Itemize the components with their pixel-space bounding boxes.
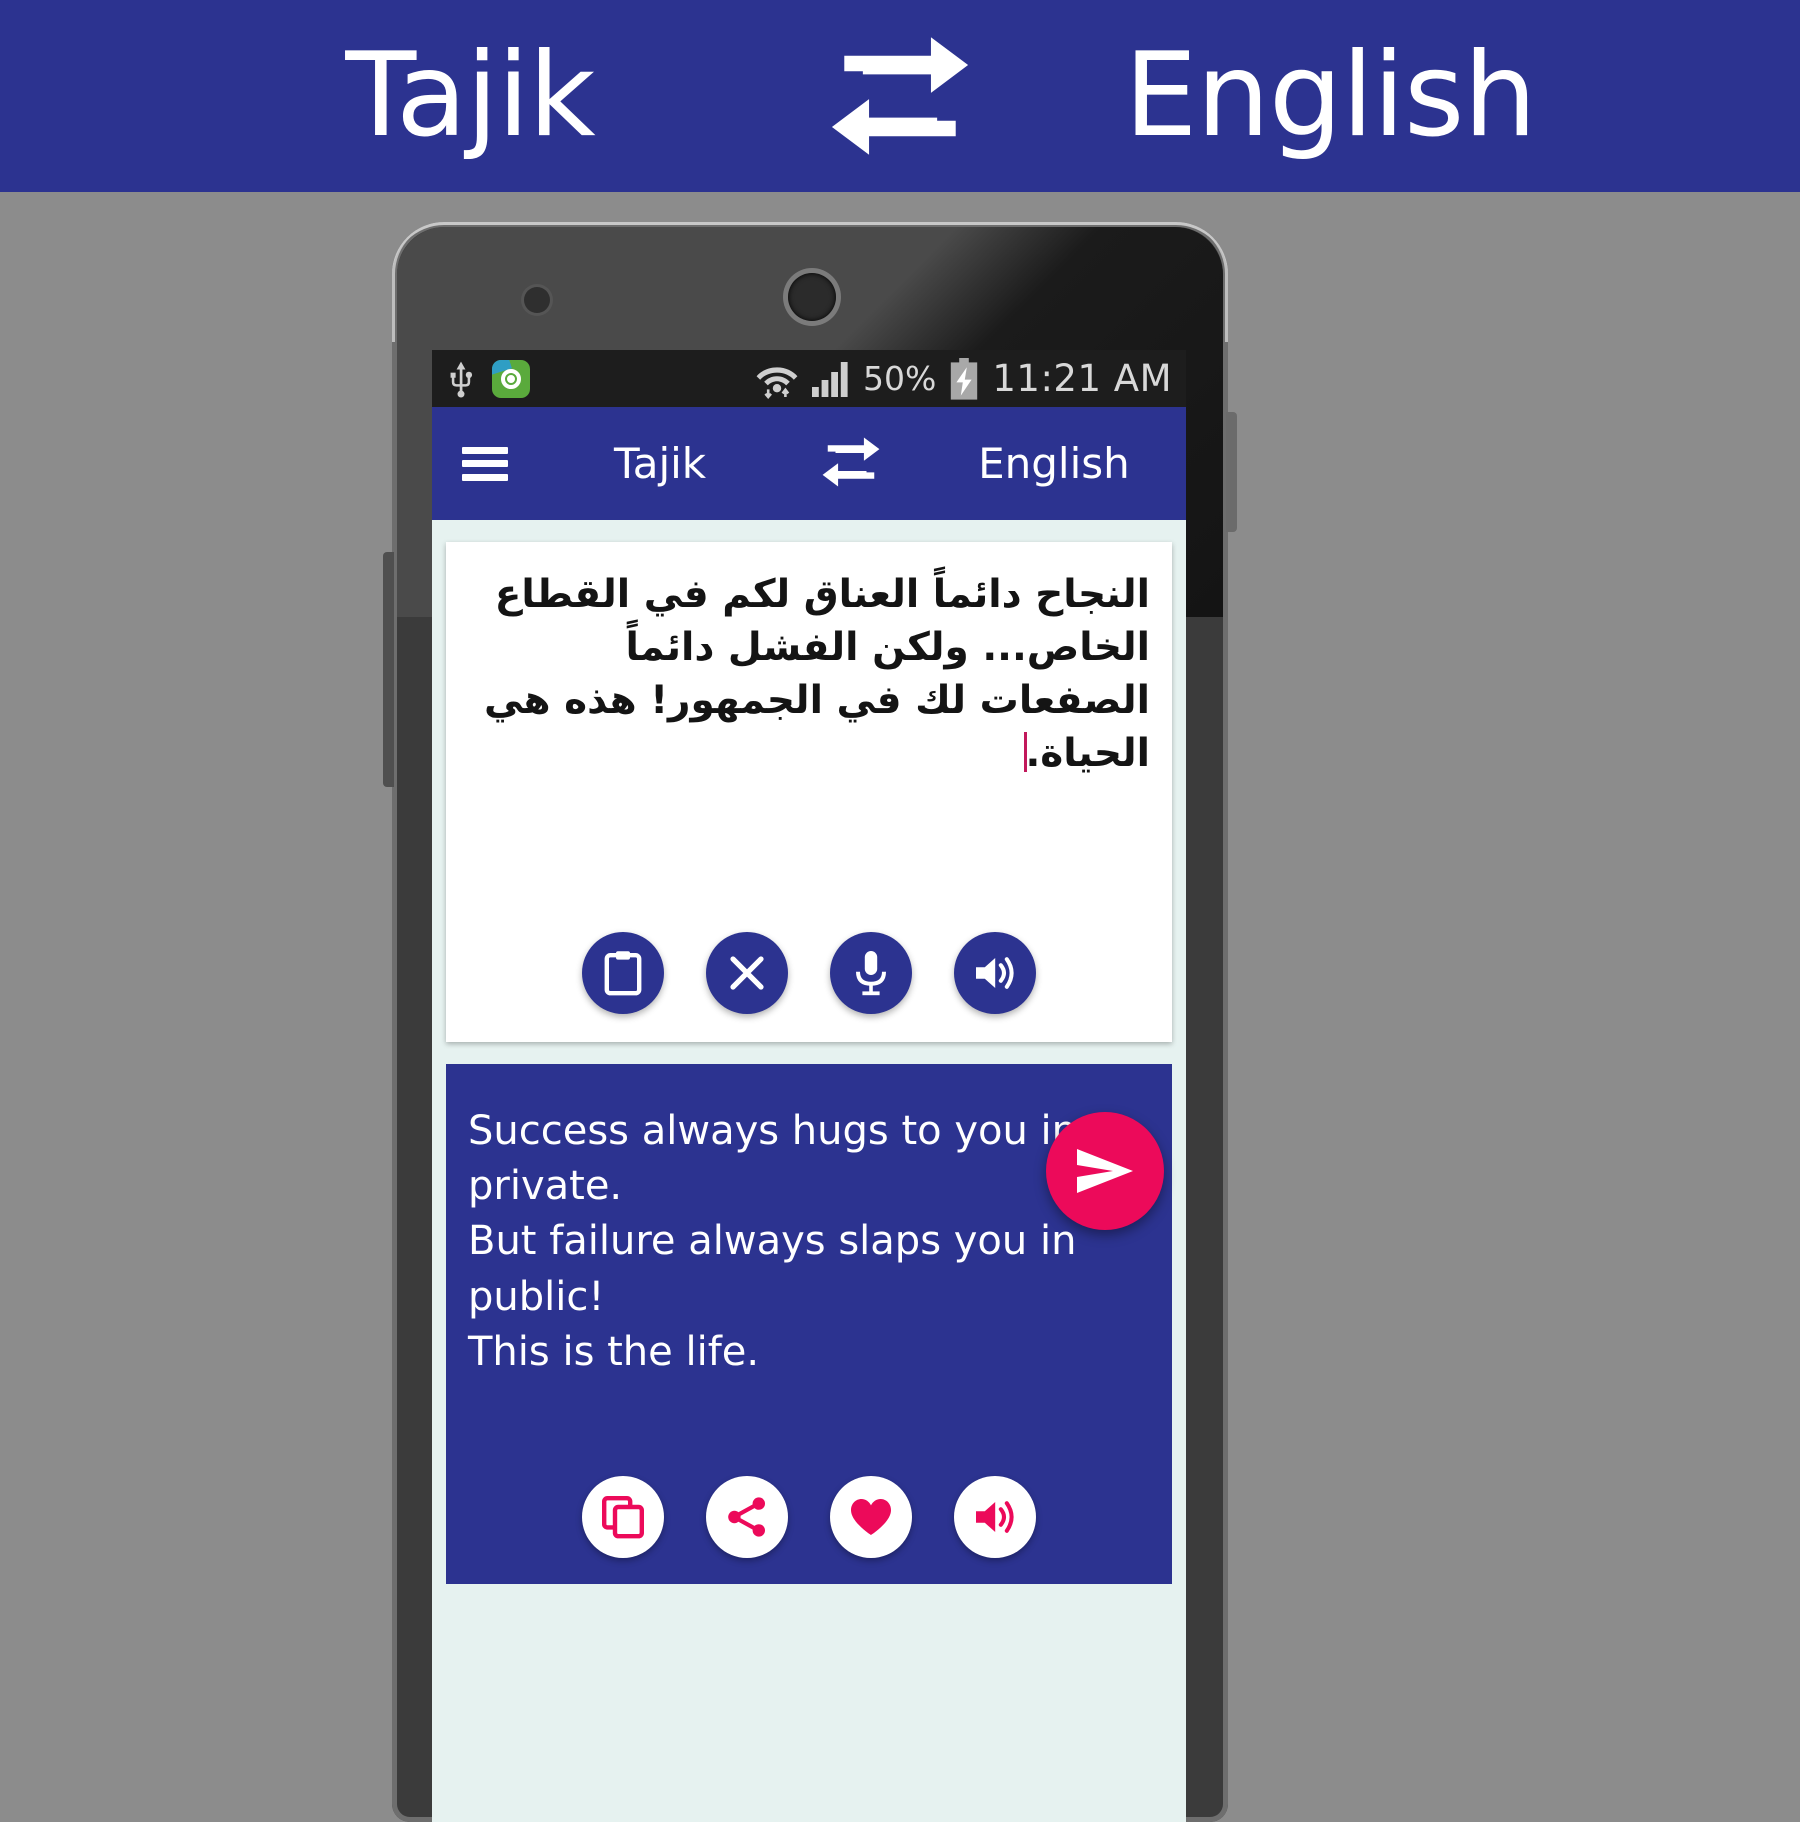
status-bar-right: 50% 11:21 AM	[755, 357, 1172, 400]
hamburger-menu-icon[interactable]	[462, 446, 508, 481]
location-app-icon	[492, 359, 530, 398]
swap-arrows-icon	[831, 37, 969, 155]
translation-result-text: Success always hugs to you in private. B…	[468, 1108, 1078, 1375]
send-icon	[1077, 1149, 1133, 1193]
app-toolbar: Tajik English	[432, 407, 1186, 520]
toolbar-target-language[interactable]: English	[978, 439, 1130, 488]
volume-button[interactable]	[383, 552, 394, 787]
phone-screen: 50% 11:21 AM Tajik English النجاح دائماً…	[432, 350, 1186, 1822]
battery-percent-label: 50%	[863, 359, 937, 398]
clock-label: 11:21 AM	[992, 357, 1172, 400]
source-text-card: النجاح دائماً العناق لكم في القطاع الخاص…	[446, 542, 1172, 1042]
favorite-button[interactable]	[830, 1476, 912, 1558]
copy-button[interactable]	[582, 1476, 664, 1558]
front-camera-icon	[788, 273, 836, 321]
toolbar-swap-icon[interactable]	[820, 434, 882, 494]
result-actions	[446, 1476, 1172, 1558]
power-button[interactable]	[1226, 412, 1237, 532]
toolbar-source-language[interactable]: Tajik	[614, 439, 706, 488]
battery-charging-icon	[951, 357, 978, 400]
usb-icon	[450, 361, 473, 398]
status-bar-left	[446, 359, 530, 398]
clear-button[interactable]	[706, 932, 788, 1014]
text-cursor	[1024, 732, 1028, 773]
banner-swap-icon-wrapper	[750, 31, 1050, 161]
banner-source-language: Tajik	[345, 28, 595, 163]
wifi-icon	[756, 366, 798, 399]
speak-source-button[interactable]	[954, 932, 1036, 1014]
cellular-signal-icon	[812, 361, 848, 397]
share-button[interactable]	[706, 1476, 788, 1558]
status-bar: 50% 11:21 AM	[432, 350, 1186, 407]
speak-result-button[interactable]	[954, 1476, 1036, 1558]
voice-input-button[interactable]	[830, 932, 912, 1014]
translate-button[interactable]	[1046, 1112, 1164, 1230]
source-text-input[interactable]: النجاح دائماً العناق لكم في القطاع الخاص…	[464, 568, 1154, 780]
banner-target-language: English	[1124, 28, 1537, 163]
source-actions	[446, 932, 1172, 1014]
banner: Tajik English	[0, 0, 1800, 192]
phone-mockup: 50% 11:21 AM Tajik English النجاح دائماً…	[383, 222, 1237, 1822]
sensor-icon	[524, 287, 550, 313]
paste-button[interactable]	[582, 932, 664, 1014]
